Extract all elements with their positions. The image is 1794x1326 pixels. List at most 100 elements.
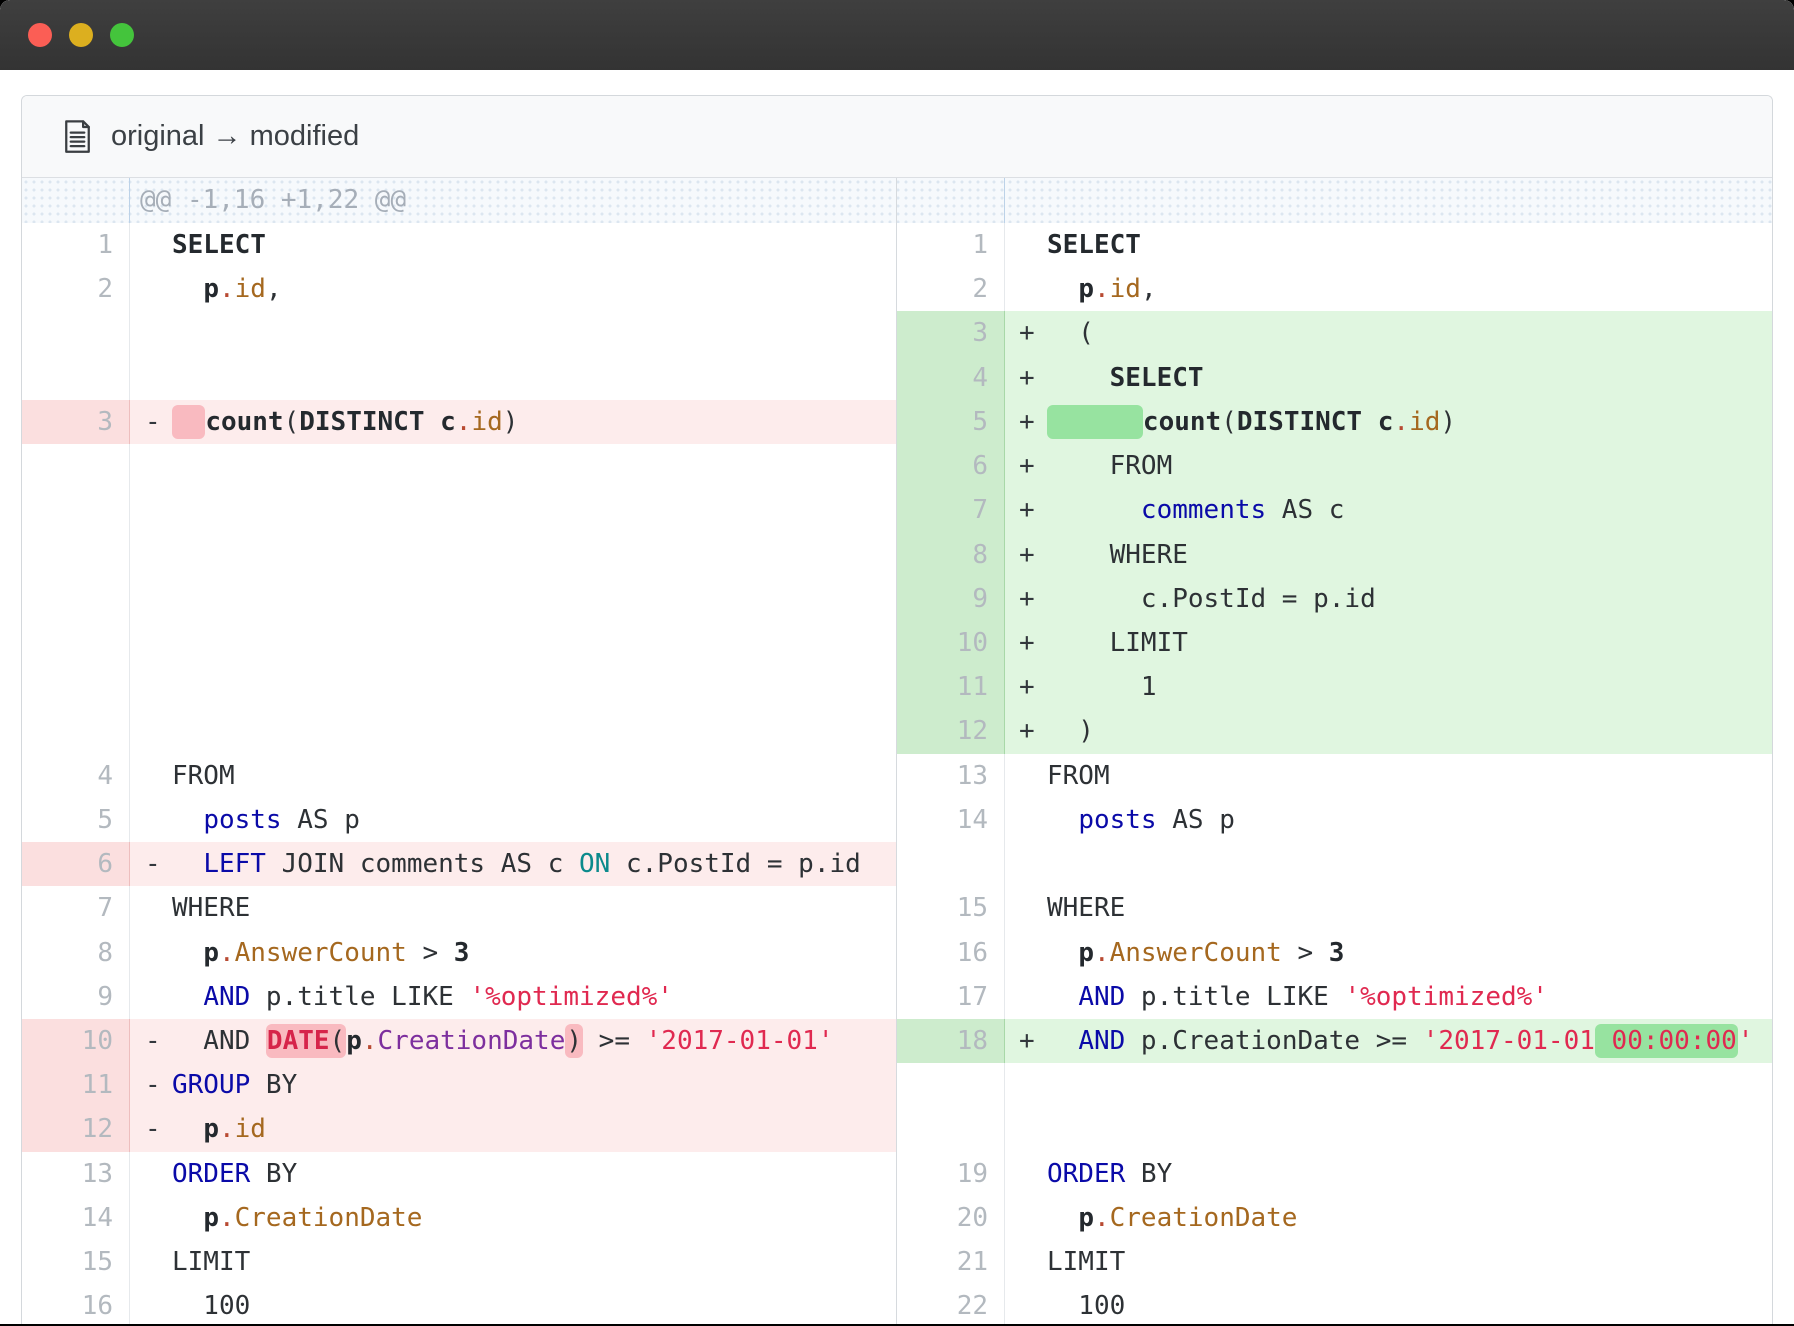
line-number [22, 488, 130, 532]
diff-body[interactable]: @@ -1,16 +1,22 @@ 1SELECT1SELECT2 p.id,2… [22, 178, 1772, 1324]
diff-marker [1005, 931, 1047, 975]
code-line [1047, 1063, 1772, 1107]
code-line: p.CreationDate [1047, 1196, 1772, 1240]
diff-marker: + [1005, 621, 1047, 665]
diff-marker: + [1005, 533, 1047, 577]
diff-marker [130, 444, 172, 488]
diff-marker [130, 267, 172, 311]
code-line [1047, 842, 1772, 886]
minimize-button[interactable] [69, 23, 93, 47]
inline-change-highlight: ) [565, 1024, 583, 1058]
line-number: 4 [22, 754, 130, 798]
diff-marker [1005, 886, 1047, 930]
line-number [22, 621, 130, 665]
line-number: 3 [897, 311, 1005, 355]
diff-left-cell: 9 AND p.title LIKE '%optimized%' [22, 975, 897, 1019]
diff-marker [130, 488, 172, 532]
line-number [22, 709, 130, 753]
line-number: 16 [897, 931, 1005, 975]
diff-row: 10+ LIMIT [22, 621, 1772, 665]
code-line: 1 [1047, 665, 1772, 709]
code-line [172, 533, 896, 577]
line-number: 3 [22, 400, 130, 444]
diff-marker: + [1005, 311, 1047, 355]
code-line [172, 356, 896, 400]
line-number: 12 [22, 1107, 130, 1151]
diff-left-cell [22, 533, 897, 577]
code-line [172, 709, 896, 753]
line-number: 2 [897, 267, 1005, 311]
line-number: 20 [897, 1196, 1005, 1240]
diff-left-cell: 13ORDER BY [22, 1152, 897, 1196]
diff-left-cell: 10- AND DATE(p.CreationDate) >= '2017-01… [22, 1019, 897, 1063]
line-number: 10 [22, 1019, 130, 1063]
line-number: 11 [22, 1063, 130, 1107]
diff-marker [130, 1284, 172, 1324]
line-number [22, 577, 130, 621]
code-line: p.AnswerCount > 3 [172, 931, 896, 975]
app-window: original → modified @@ -1,16 +1,22 @@ 1S… [0, 0, 1794, 1324]
diff-marker [130, 311, 172, 355]
diff-panel-header: original → modified [22, 96, 1772, 178]
diff-left-cell: 6- LEFT JOIN comments AS c ON c.PostId =… [22, 842, 897, 886]
close-button[interactable] [28, 23, 52, 47]
code-line: LIMIT [172, 1240, 896, 1284]
diff-right-cell: 18+ AND p.CreationDate >= '2017-01-01 00… [897, 1019, 1772, 1063]
code-line [172, 311, 896, 355]
code-line: p.CreationDate [172, 1196, 896, 1240]
diff-row: 11+ 1 [22, 665, 1772, 709]
diff-row: 16 10022 100 [22, 1284, 1772, 1324]
line-number: 19 [897, 1152, 1005, 1196]
diff-row: 1SELECT1SELECT [22, 223, 1772, 267]
diff-marker [1005, 975, 1047, 1019]
line-number: 7 [22, 886, 130, 930]
diff-row: 7+ comments AS c [22, 488, 1772, 532]
line-number [22, 444, 130, 488]
code-line: LEFT JOIN comments AS c ON c.PostId = p.… [172, 842, 896, 886]
code-line: 100 [172, 1284, 896, 1324]
window-titlebar [0, 0, 1794, 70]
line-number [22, 533, 130, 577]
line-number: 5 [22, 798, 130, 842]
line-number: 11 [897, 665, 1005, 709]
diff-right-cell: 12+ ) [897, 709, 1772, 753]
code-line [172, 488, 896, 532]
diff-row: 11-GROUP BY [22, 1063, 1772, 1107]
diff-marker [130, 1240, 172, 1284]
diff-marker [1005, 1196, 1047, 1240]
diff-left-cell: 14 p.CreationDate [22, 1196, 897, 1240]
zoom-button[interactable] [110, 23, 134, 47]
diff-row: 8+ WHERE [22, 533, 1772, 577]
inline-change-highlight: DATE( [266, 1024, 346, 1058]
diff-right-cell [897, 1063, 1772, 1107]
line-number: 12 [897, 709, 1005, 753]
diff-left-cell [22, 444, 897, 488]
line-number: 1 [22, 223, 130, 267]
diff-right-cell: 6+ FROM [897, 444, 1772, 488]
code-line: 100 [1047, 1284, 1772, 1324]
diff-row: 14 p.CreationDate20 p.CreationDate [22, 1196, 1772, 1240]
code-line [172, 577, 896, 621]
diff-left-cell: 8 p.AnswerCount > 3 [22, 931, 897, 975]
diff-marker: - [130, 1107, 172, 1151]
line-number: 10 [897, 621, 1005, 665]
diff-panel: original → modified @@ -1,16 +1,22 @@ 1S… [21, 95, 1773, 1324]
code-line: SELECT [1047, 356, 1772, 400]
diff-marker [130, 621, 172, 665]
line-number: 1 [897, 223, 1005, 267]
diff-right-cell: 2 p.id, [897, 267, 1772, 311]
line-number: 17 [897, 975, 1005, 1019]
code-line: p.id, [172, 267, 896, 311]
diff-row: 12- p.id [22, 1107, 1772, 1151]
diff-marker: + [1005, 1019, 1047, 1063]
line-number: 7 [897, 488, 1005, 532]
line-number: 8 [897, 533, 1005, 577]
code-line: SELECT [1047, 223, 1772, 267]
diff-right-cell: 3+ ( [897, 311, 1772, 355]
diff-row: 7WHERE15WHERE [22, 886, 1772, 930]
line-number: 14 [22, 1196, 130, 1240]
line-number: 2 [22, 267, 130, 311]
diff-right-cell [897, 1107, 1772, 1151]
line-number: 4 [897, 356, 1005, 400]
diff-left-cell: 2 p.id, [22, 267, 897, 311]
